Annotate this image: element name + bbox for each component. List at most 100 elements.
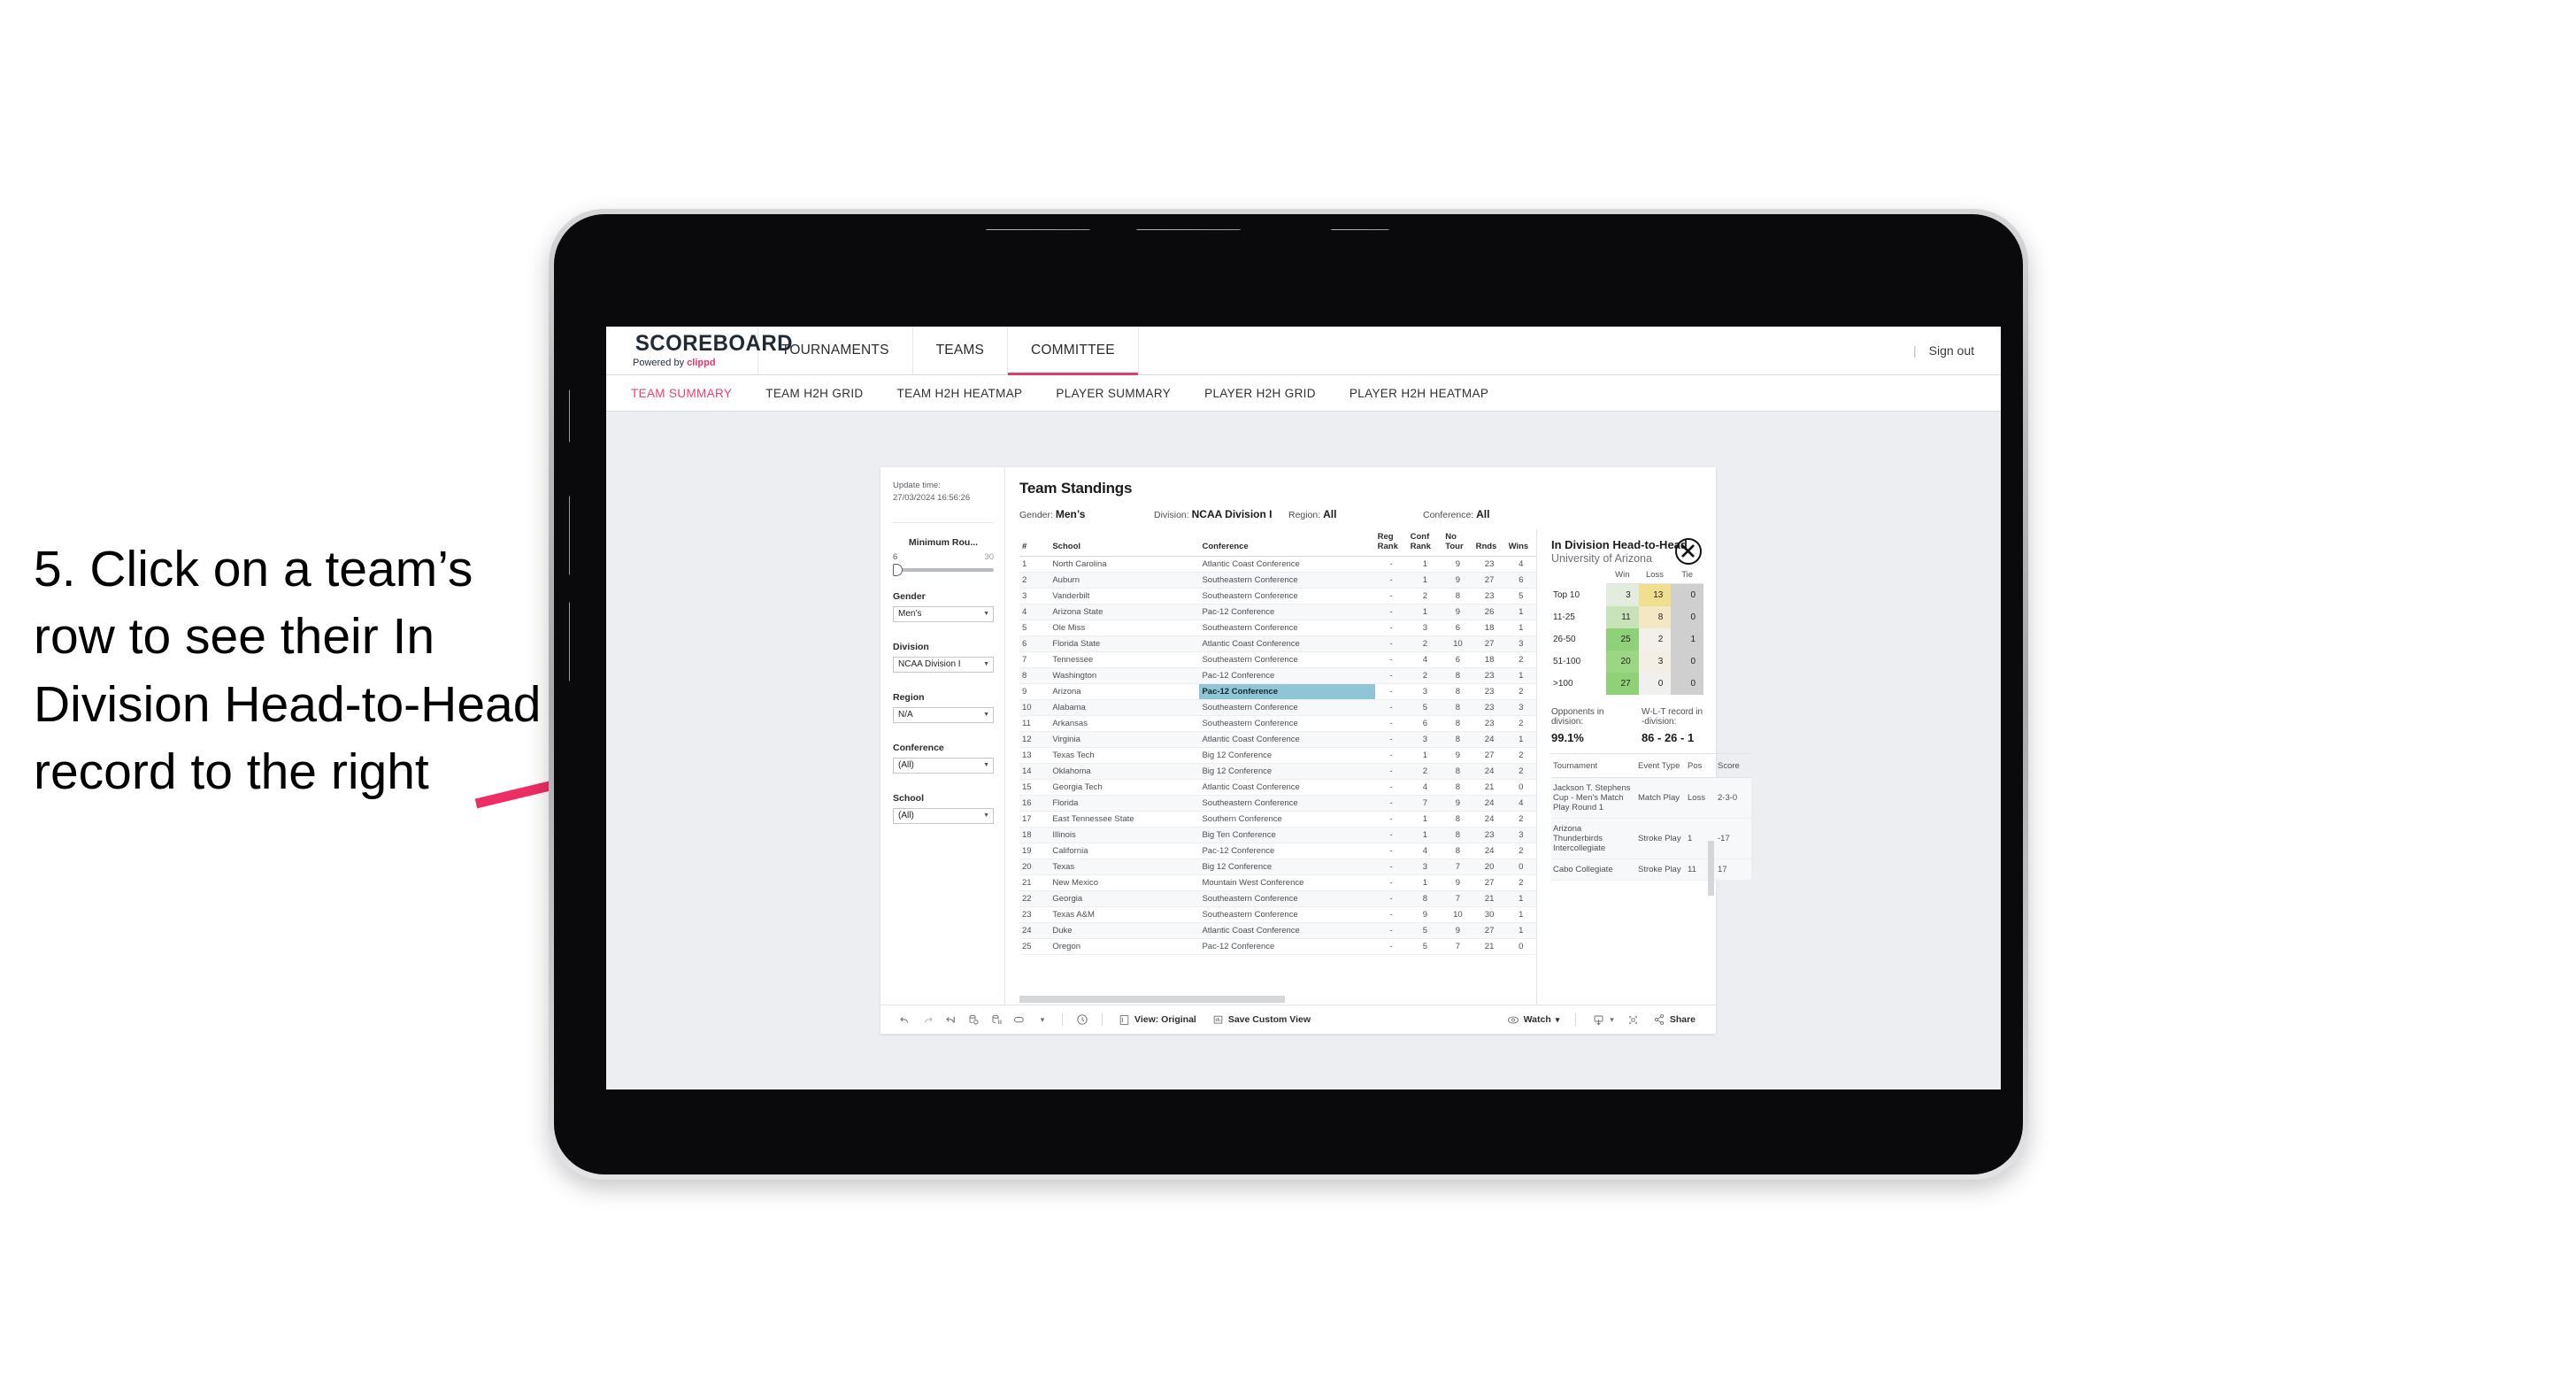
heatmap-cell[interactable]: 3 bbox=[1606, 583, 1639, 606]
cell-reg-rank: - bbox=[1374, 906, 1408, 923]
table-row[interactable]: 15 Georgia Tech Atlantic Coast Conference -… bbox=[1019, 779, 1536, 796]
applied-filters-summary: Gender: Men’s Division: NCAA Division I Re… bbox=[1019, 508, 1716, 520]
table-row[interactable]: 7 Tennessee Southeastern Conference -4 6 18 2 bbox=[1019, 651, 1536, 668]
table-row[interactable]: 18 Illinois Big Ten Conference -1 8 23 3 bbox=[1019, 827, 1536, 843]
table-row[interactable]: 4 Arizona State Pac-12 Conference -1 9 26 1 bbox=[1019, 604, 1536, 620]
view-original-button[interactable]: View: Original bbox=[1111, 1014, 1204, 1026]
clock-icon[interactable] bbox=[1071, 1005, 1094, 1034]
alert-dropdown-caret[interactable]: ▾ bbox=[1031, 1005, 1054, 1034]
cell-no-tour: 8 bbox=[1442, 763, 1473, 780]
tab-team-h2h-grid[interactable]: TEAM H2H GRID bbox=[749, 387, 880, 400]
tournament-row[interactable]: Arizona Thunderbirds Intercollegiate Stro… bbox=[1551, 818, 1751, 859]
cell-conf-rank: 9 bbox=[1407, 906, 1443, 923]
nav-item-committee[interactable]: COMMITTEE bbox=[1008, 327, 1139, 375]
table-row[interactable]: 17 East Tennessee State Southern Conferenc… bbox=[1019, 811, 1536, 828]
share-button[interactable]: Share bbox=[1645, 1013, 1703, 1026]
table-row[interactable]: 10 Alabama Southeastern Conference -5 8 23 3 bbox=[1019, 699, 1536, 716]
fullscreen-icon[interactable] bbox=[1622, 1005, 1645, 1034]
heatmap-cell[interactable]: 20 bbox=[1606, 651, 1639, 673]
col-reg-rank[interactable]: Reg Rank bbox=[1374, 529, 1408, 557]
tournaments-col[interactable]: Pos bbox=[1686, 753, 1716, 778]
table-row[interactable]: 22 Georgia Southeastern Conference -8 7 21 1 bbox=[1019, 890, 1536, 907]
tournaments-col[interactable]: Tournament bbox=[1551, 753, 1636, 778]
tournament-row[interactable]: Jackson T. Stephens Cup - Men’s Match Pl… bbox=[1551, 777, 1751, 819]
col-rank[interactable]: # bbox=[1019, 529, 1050, 557]
region-select[interactable]: N/A ▼ bbox=[893, 706, 994, 723]
heatmap-cell[interactable]: 13 bbox=[1638, 583, 1672, 606]
sign-out-link[interactable]: Sign out bbox=[1929, 343, 1974, 358]
heatmap-cell[interactable]: 0 bbox=[1671, 651, 1703, 673]
cell-wins: 2 bbox=[1505, 843, 1536, 859]
table-row[interactable]: 23 Texas A&M Southeastern Conference -9 10 30… bbox=[1019, 906, 1536, 923]
table-row[interactable]: 3 Vanderbilt Southeastern Conference -2 8 23 5 bbox=[1019, 588, 1536, 604]
tab-team-h2h-heatmap[interactable]: TEAM H2H HEATMAP bbox=[880, 387, 1040, 400]
school-select[interactable]: (All) ▼ bbox=[893, 807, 994, 824]
col-wins[interactable]: Wins bbox=[1505, 529, 1536, 557]
table-row[interactable]: 19 California Pac-12 Conference -4 8 24 2 bbox=[1019, 843, 1536, 859]
tab-player-h2h-grid[interactable]: PLAYER H2H GRID bbox=[1188, 387, 1333, 400]
table-row[interactable]: 2 Auburn Southeastern Conference -1 9 27 6 bbox=[1019, 572, 1536, 589]
filter-summary-label: Division: bbox=[1154, 510, 1192, 520]
heatmap-cell[interactable]: 25 bbox=[1606, 628, 1639, 651]
slider-track[interactable] bbox=[893, 563, 994, 576]
tab-team-summary[interactable]: TEAM SUMMARY bbox=[631, 387, 749, 400]
heatmap-cell[interactable]: 0 bbox=[1671, 583, 1703, 606]
heatmap-cell[interactable]: 27 bbox=[1606, 673, 1639, 695]
heatmap-cell[interactable]: 3 bbox=[1638, 651, 1672, 673]
heatmap-cell[interactable]: 8 bbox=[1638, 606, 1672, 628]
gender-select[interactable]: Men’s ▼ bbox=[893, 605, 994, 622]
tournaments-col[interactable]: Score bbox=[1716, 753, 1751, 778]
tournaments-col[interactable]: Event Type bbox=[1636, 753, 1686, 778]
heatmap-cell[interactable]: 11 bbox=[1606, 606, 1639, 628]
table-row[interactable]: 1 North Carolina Atlantic Coast Conference… bbox=[1019, 556, 1536, 573]
slider-handle[interactable] bbox=[893, 563, 903, 576]
pause-updates-icon[interactable] bbox=[985, 1005, 1008, 1034]
conference-select[interactable]: (All) ▼ bbox=[893, 757, 994, 774]
table-row[interactable]: 16 Florida Southeastern Conference -7 9 24 4 bbox=[1019, 795, 1536, 812]
col-school[interactable]: School bbox=[1050, 529, 1200, 557]
table-row[interactable]: 5 Ole Miss Southeastern Conference -3 6 18 1 bbox=[1019, 620, 1536, 636]
redo-icon[interactable] bbox=[916, 1005, 939, 1034]
watch-button[interactable]: Watch ▾ bbox=[1499, 1014, 1568, 1026]
cell-wins: 1 bbox=[1505, 731, 1536, 748]
opponents-value: 99.1% bbox=[1551, 731, 1584, 744]
download-button[interactable]: ▾ bbox=[1584, 1013, 1622, 1027]
alert-icon[interactable] bbox=[1008, 1005, 1031, 1034]
table-row[interactable]: 9 Arizona Pac-12 Conference -3 8 23 2 bbox=[1019, 683, 1536, 700]
division-value: NCAA Division I bbox=[898, 659, 961, 670]
col-rnds[interactable]: Rnds bbox=[1473, 529, 1506, 557]
nav-item-tournaments[interactable]: TOURNAMENTS bbox=[758, 327, 913, 374]
tournament-row[interactable]: Cabo Collegiate Stroke Play 11 17 bbox=[1551, 859, 1751, 881]
vertical-scrollbar[interactable] bbox=[1708, 841, 1714, 896]
table-row[interactable]: 20 Texas Big 12 Conference -3 7 20 0 bbox=[1019, 859, 1536, 875]
heatmap-cell[interactable]: 1 bbox=[1671, 628, 1703, 651]
division-select[interactable]: NCAA Division I ▼ bbox=[893, 656, 994, 673]
table-row[interactable]: 12 Virginia Atlantic Coast Conference -3 8 24… bbox=[1019, 731, 1536, 748]
horizontal-scrollbar[interactable] bbox=[1019, 996, 1285, 1003]
col-conference[interactable]: Conference bbox=[1199, 529, 1375, 557]
table-row[interactable]: 11 Arkansas Southeastern Conference -6 8 23 2 bbox=[1019, 715, 1536, 732]
heatmap-cell[interactable]: 0 bbox=[1638, 673, 1672, 695]
heatmap-cell[interactable]: 0 bbox=[1671, 673, 1703, 695]
tab-player-h2h-heatmap[interactable]: PLAYER H2H HEATMAP bbox=[1333, 387, 1505, 400]
table-row[interactable]: 21 New Mexico Mountain West Conference -1 9 2… bbox=[1019, 874, 1536, 891]
table-row[interactable]: 14 Oklahoma Big 12 Conference -2 8 24 2 bbox=[1019, 763, 1536, 780]
save-custom-view-button[interactable]: Save Custom View bbox=[1204, 1014, 1319, 1026]
undo-icon[interactable] bbox=[893, 1005, 916, 1034]
tab-player-summary[interactable]: PLAYER SUMMARY bbox=[1039, 387, 1188, 400]
col-no-tour[interactable]: No Tour bbox=[1442, 529, 1473, 557]
min-rounds-slider[interactable]: 6 30 bbox=[893, 552, 994, 576]
heatmap-cell[interactable]: 2 bbox=[1638, 628, 1672, 651]
table-row[interactable]: 24 Duke Atlantic Coast Conference -5 9 27 1 bbox=[1019, 922, 1536, 939]
table-row[interactable]: 8 Washington Pac-12 Conference -2 8 23 1 bbox=[1019, 667, 1536, 684]
nav-item-teams[interactable]: TEAMS bbox=[913, 327, 1009, 374]
heatmap-cell[interactable]: 0 bbox=[1671, 606, 1703, 628]
col-conf-rank[interactable]: Conf Rank bbox=[1407, 529, 1443, 557]
table-row[interactable]: 6 Florida State Atlantic Coast Conference -… bbox=[1019, 635, 1536, 652]
close-icon[interactable] bbox=[1675, 538, 1702, 565]
revert-icon[interactable] bbox=[939, 1005, 962, 1034]
refresh-data-icon[interactable] bbox=[962, 1005, 985, 1034]
table-row[interactable]: 25 Oregon Pac-12 Conference -5 7 21 0 bbox=[1019, 938, 1536, 955]
table-row[interactable]: 13 Texas Tech Big 12 Conference -1 9 27 2 bbox=[1019, 747, 1536, 764]
brand-logo[interactable]: SCOREBOARD Powered by clippd bbox=[606, 327, 792, 374]
